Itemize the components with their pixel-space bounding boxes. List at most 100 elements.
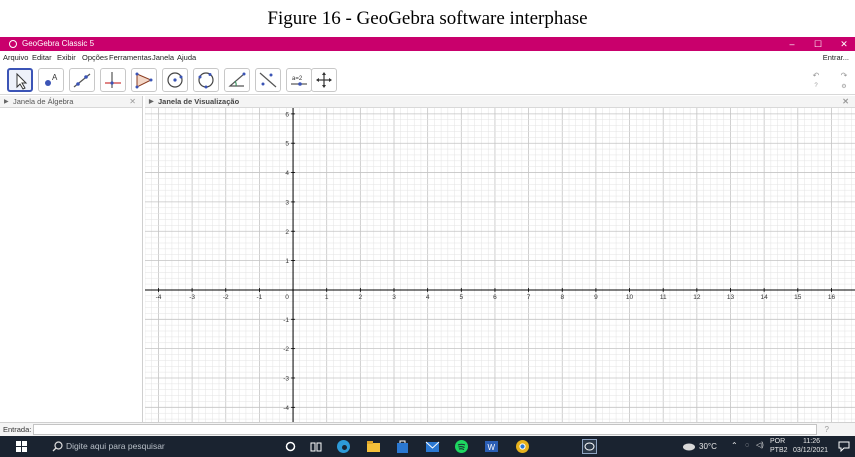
word-icon[interactable]: W — [484, 439, 499, 454]
menu-edit[interactable]: Editar — [32, 51, 52, 65]
x-axis-tick-label: -2 — [223, 294, 229, 301]
x-axis-tick-label: 7 — [527, 294, 531, 301]
graphics-view-header: ▶ Janela de Visualização ✕ — [145, 96, 855, 108]
y-axis-tick-label: -1 — [283, 317, 289, 324]
menu-tools[interactable]: Ferramentas — [109, 51, 152, 65]
weather-cloud-icon[interactable] — [682, 440, 696, 452]
y-axis-tick-label: 3 — [285, 199, 289, 206]
title-bar: GeoGebra Classic 5 – ☐ ✕ — [0, 37, 855, 51]
store-icon[interactable] — [395, 439, 410, 454]
polygon-tool-button[interactable] — [131, 68, 157, 92]
circle-tool-button[interactable] — [162, 68, 188, 92]
circle-three-points-icon — [198, 72, 214, 89]
point-tool-button[interactable]: A — [38, 68, 64, 92]
keyboard-layout-indicator[interactable]: PTB2 — [770, 447, 788, 455]
polygon-icon — [135, 72, 153, 89]
redo-button[interactable]: ↷ — [838, 71, 850, 81]
y-axis-tick-label: 6 — [285, 111, 289, 118]
cortana-icon[interactable] — [283, 439, 298, 454]
language-indicator[interactable]: POR — [770, 438, 785, 446]
geogebra-app-icon — [9, 40, 17, 48]
menu-file[interactable]: Arquivo — [3, 51, 28, 65]
coordinate-grid[interactable]: -4 -3 -2 -1 0 1 2 3 4 5 6 7 8 9 10 11 12 13 14 15 16-4-3-2-1… — [145, 108, 855, 422]
x-axis-tick-label: -1 — [257, 294, 263, 301]
speaker-volume-icon[interactable]: ◁) — [756, 442, 764, 450]
close-algebra-view-button[interactable]: ✕ — [129, 96, 136, 108]
move-cross-arrows-icon — [316, 72, 332, 88]
x-axis-tick-label: 11 — [660, 294, 667, 301]
windows-start-icon[interactable] — [16, 441, 27, 452]
menu-options[interactable]: Opções — [82, 51, 108, 65]
reflect-line-icon — [259, 72, 277, 88]
menu-view[interactable]: Exibir — [57, 51, 76, 65]
move-graphics-view-tool-button[interactable] — [311, 68, 337, 92]
clock-date[interactable]: 03/12/2021 — [793, 447, 828, 455]
cursor-arrow-icon — [16, 72, 28, 90]
settings-gear-icon[interactable]: ⚙ — [839, 83, 849, 91]
close-graphics-view-button[interactable]: ✕ — [842, 96, 849, 108]
menu-bar: Arquivo Editar Exibir Opções Ferramentas… — [0, 51, 855, 65]
slider-icon: a=2 — [291, 76, 307, 86]
x-axis-tick-label: 4 — [426, 294, 430, 301]
circle-through-points-tool-button[interactable] — [193, 68, 219, 92]
y-axis-tick-label: -2 — [283, 346, 289, 353]
y-axis-tick-label: -3 — [283, 375, 289, 382]
x-axis-tick-label: 12 — [693, 294, 701, 301]
task-view-icon[interactable] — [308, 439, 323, 454]
slider-tool-button[interactable]: a=2 — [286, 68, 312, 92]
edge-icon[interactable] — [336, 439, 351, 454]
search-icon[interactable] — [52, 441, 63, 452]
triangle-right-icon[interactable]: ▶ — [4, 96, 9, 108]
login-link[interactable]: Entrar... — [823, 51, 849, 65]
file-explorer-icon[interactable] — [366, 439, 381, 454]
toolbar: A a=2 ↶ ↷ ? ⚙ — [0, 65, 855, 95]
geogebra-icon[interactable] — [582, 439, 597, 454]
move-tool-button[interactable] — [7, 68, 33, 92]
taskbar-search-input[interactable]: Digite aqui para pesquisar — [66, 440, 165, 453]
x-axis-tick-label: 3 — [392, 294, 396, 301]
perpendicular-icon — [105, 72, 121, 88]
triangle-right-icon[interactable]: ▶ — [149, 96, 154, 108]
point-icon: A — [45, 73, 58, 86]
notifications-icon[interactable] — [838, 441, 850, 452]
input-help-icon[interactable]: ? — [825, 424, 829, 436]
menu-window[interactable]: Janela — [152, 51, 174, 65]
graphics-view-title: Janela de Visualização — [158, 97, 240, 106]
maximize-button[interactable]: ☐ — [808, 37, 828, 51]
menu-help[interactable]: Ajuda — [177, 51, 196, 65]
y-axis-tick-label: 5 — [285, 141, 289, 148]
mail-icon[interactable] — [425, 439, 440, 454]
algebra-view-title: Janela de Álgebra — [13, 97, 74, 106]
angle-tool-button[interactable] — [224, 68, 250, 92]
input-bar: Entrada: ? — [0, 422, 855, 436]
graphics-view[interactable]: ▶ Janela de Visualização ✕ -4 -3 -2 -1 0 1 2 3 4… — [145, 96, 855, 422]
x-axis-tick-label: 13 — [727, 294, 735, 301]
slider-tool-label: a=2 — [292, 76, 303, 82]
close-button[interactable]: ✕ — [834, 37, 854, 51]
undo-button[interactable]: ↶ — [810, 71, 822, 81]
y-axis-tick-label: 1 — [285, 258, 289, 265]
x-axis-tick-label: 2 — [359, 294, 363, 301]
spotify-icon[interactable] — [454, 439, 469, 454]
weather-temperature[interactable]: 30°C — [699, 443, 717, 451]
x-axis-tick-label: 9 — [594, 294, 598, 301]
svg-text:A: A — [52, 73, 58, 82]
minimize-button[interactable]: – — [782, 37, 802, 51]
y-axis-tick-label: -4 — [283, 405, 289, 412]
x-axis-tick-label: 8 — [560, 294, 564, 301]
input-field[interactable] — [33, 424, 817, 435]
tray-chevron-up-icon[interactable]: ⌃ — [731, 442, 738, 450]
x-axis-tick-label: 6 — [493, 294, 497, 301]
perpendicular-line-tool-button[interactable] — [100, 68, 126, 92]
help-icon[interactable]: ? — [811, 83, 821, 91]
chrome-icon[interactable] — [515, 439, 530, 454]
y-axis-tick-label: 4 — [285, 170, 289, 177]
circle-center-point-icon — [167, 72, 183, 88]
x-axis-tick-label: 5 — [459, 294, 463, 301]
network-icon[interactable]: ◌ — [745, 442, 749, 450]
clock-time[interactable]: 11:26 — [803, 438, 820, 446]
line-tool-button[interactable] — [69, 68, 95, 92]
reflect-tool-button[interactable] — [255, 68, 281, 92]
x-axis-tick-label: -4 — [156, 294, 162, 301]
x-axis-tick-label: 15 — [794, 294, 802, 301]
